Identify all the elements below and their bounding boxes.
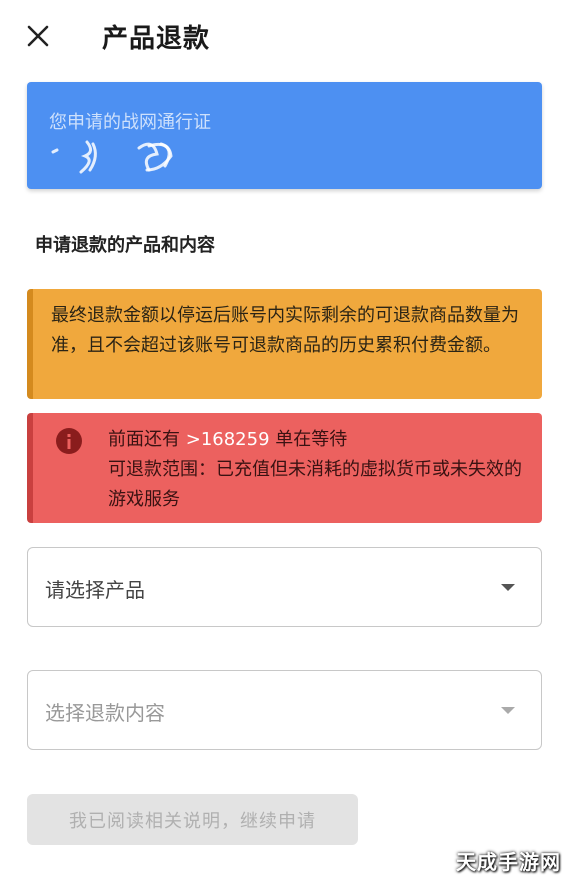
refund-amount-notice-text: 最终退款金额以停运后账号内实际剩余的可退款商品数量为准，且不会超过该账号可退款商… [51, 305, 519, 356]
site-watermark: 天成手游网 [456, 850, 561, 874]
pass-label: 您申请的战网通行证 [49, 112, 211, 133]
refund-content-select[interactable]: 选择退款内容 [27, 670, 542, 750]
app-header: 产品退款 [0, 0, 569, 72]
continue-application-button[interactable]: 我已阅读相关说明，继续申请 [27, 794, 358, 845]
queue-prefix: 前面还有 [108, 429, 186, 450]
close-icon [27, 25, 49, 47]
refund-amount-notice: 最终退款金额以停运后账号内实际剩余的可退款商品数量为准，且不会超过该账号可退款商… [27, 289, 542, 399]
obscured-account-id [49, 138, 219, 174]
info-icon [55, 427, 83, 455]
section-title: 申请退款的产品和内容 [35, 235, 215, 256]
queue-warning-text: 前面还有 >168259 单在等待 可退款范围：已充值但未消耗的虚拟货币或未失效… [108, 425, 528, 515]
content-select-placeholder: 选择退款内容 [45, 701, 165, 725]
chevron-down-icon [501, 584, 515, 591]
queue-line: 前面还有 >168259 单在等待 [108, 425, 528, 455]
queue-warning-notice: 前面还有 >168259 单在等待 可退款范围：已充值但未消耗的虚拟货币或未失效… [27, 413, 542, 523]
queue-count: >168259 [185, 429, 270, 450]
queue-suffix: 单在等待 [269, 429, 348, 450]
chevron-down-icon [501, 707, 515, 714]
battle-net-pass-card: 您申请的战网通行证 [27, 82, 542, 189]
refund-scope-text: 可退款范围：已充值但未消耗的虚拟货币或未失效的游戏服务 [108, 459, 522, 510]
product-select-placeholder: 请选择产品 [45, 578, 145, 602]
page-title: 产品退款 [102, 24, 211, 54]
product-select[interactable]: 请选择产品 [27, 547, 542, 627]
close-button[interactable] [24, 22, 52, 50]
